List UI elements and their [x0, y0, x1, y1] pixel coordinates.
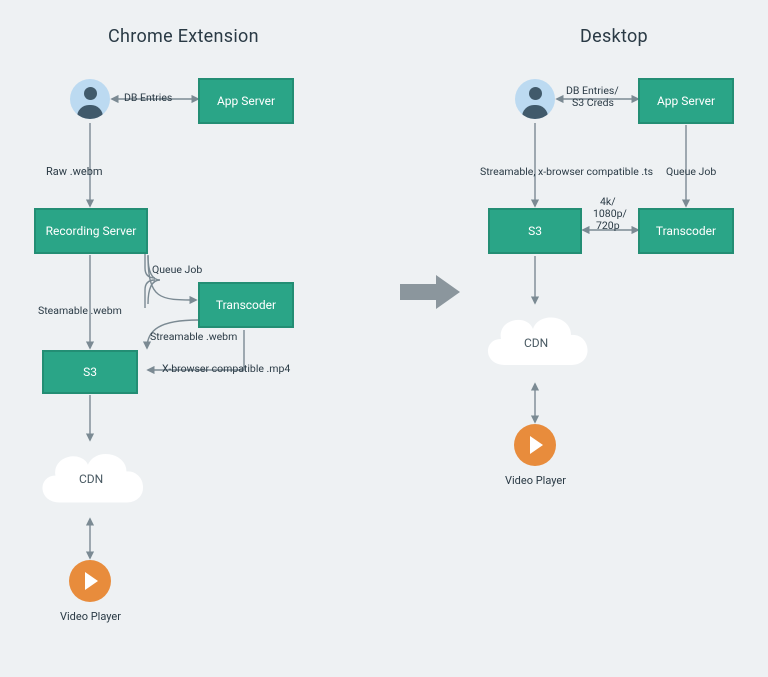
node-app-server-right: App Server [638, 78, 734, 124]
edge-streamable-ts: Streamable, x-browser compatible .ts [480, 165, 653, 178]
node-app-server-left: App Server [198, 78, 294, 124]
edge-queue-job-left: Queue Job [152, 263, 202, 276]
video-player-icon-right [514, 424, 556, 466]
edge-queue-job-right: Queue Job [666, 165, 716, 178]
edge-res-3: 720p [596, 219, 620, 232]
edge-db-s3creds-2: S3 Creds [572, 96, 614, 109]
right-column-title: Desktop [580, 26, 648, 47]
video-player-icon-left [69, 560, 111, 602]
node-s3-left: S3 [42, 350, 138, 394]
left-column-title: Chrome Extension [108, 26, 259, 47]
edge-streamable-webm: Steamable .webm [38, 304, 122, 317]
edge-streamable-webm-2: Streamable .webm [150, 330, 237, 343]
video-player-label-right: Video Player [505, 474, 566, 487]
edge-db-entries: DB Entries [124, 91, 172, 104]
node-transcoder-right: Transcoder [638, 208, 734, 254]
cdn-label-right: CDN [524, 336, 548, 350]
video-player-label-left: Video Player [60, 610, 121, 623]
node-recording-server: Recording Server [34, 208, 148, 254]
user-icon [70, 79, 110, 119]
cdn-label-left: CDN [79, 472, 103, 486]
edge-xbrowser-mp4: X-browser compatible .mp4 [162, 362, 290, 375]
transition-arrow [400, 275, 460, 309]
user-icon-right [515, 79, 555, 119]
node-transcoder-left: Transcoder [198, 282, 294, 328]
edge-raw-webm: Raw .webm [46, 165, 103, 178]
node-s3-right: S3 [488, 208, 582, 254]
